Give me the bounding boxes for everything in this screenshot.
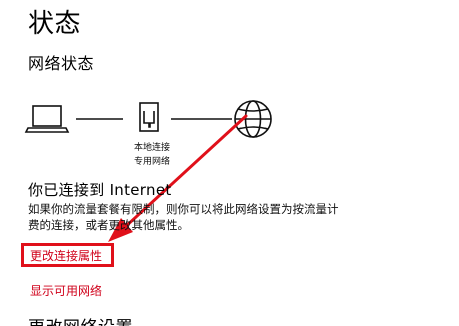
network-status-heading: 网络状态 xyxy=(28,54,95,73)
page-title: 状态 xyxy=(28,9,82,39)
connection-status-heading: 你已连接到 Internet xyxy=(28,181,172,199)
ethernet-port-icon xyxy=(139,102,159,132)
description-line-1: 如果你的流量套餐有限制，则你可以将此网络设置为按流量计 xyxy=(28,202,339,216)
network-status-page: 状态 网络状态 本地连接 专用网络 你已连接到 Internet 如果你的流量套… xyxy=(0,0,459,326)
change-network-settings-heading: 更改网络设置 xyxy=(28,317,133,326)
connection-status-description: 如果你的流量套餐有限制，则你可以将此网络设置为按流量计 费的连接，或者更改其他属… xyxy=(28,201,448,233)
show-available-networks-link[interactable]: 显示可用网络 xyxy=(30,283,102,299)
globe-icon xyxy=(234,100,272,138)
adapter-network-type: 专用网络 xyxy=(133,157,170,167)
description-line-2: 费的连接，或者更改其他属性。 xyxy=(28,218,189,232)
laptop-icon xyxy=(24,105,70,133)
change-connection-properties-link[interactable]: 更改连接属性 xyxy=(30,248,102,264)
adapter-label: 本地连接 专用网络 xyxy=(122,141,182,169)
adapter-name: 本地连接 xyxy=(133,143,170,153)
network-diagram xyxy=(24,100,272,242)
